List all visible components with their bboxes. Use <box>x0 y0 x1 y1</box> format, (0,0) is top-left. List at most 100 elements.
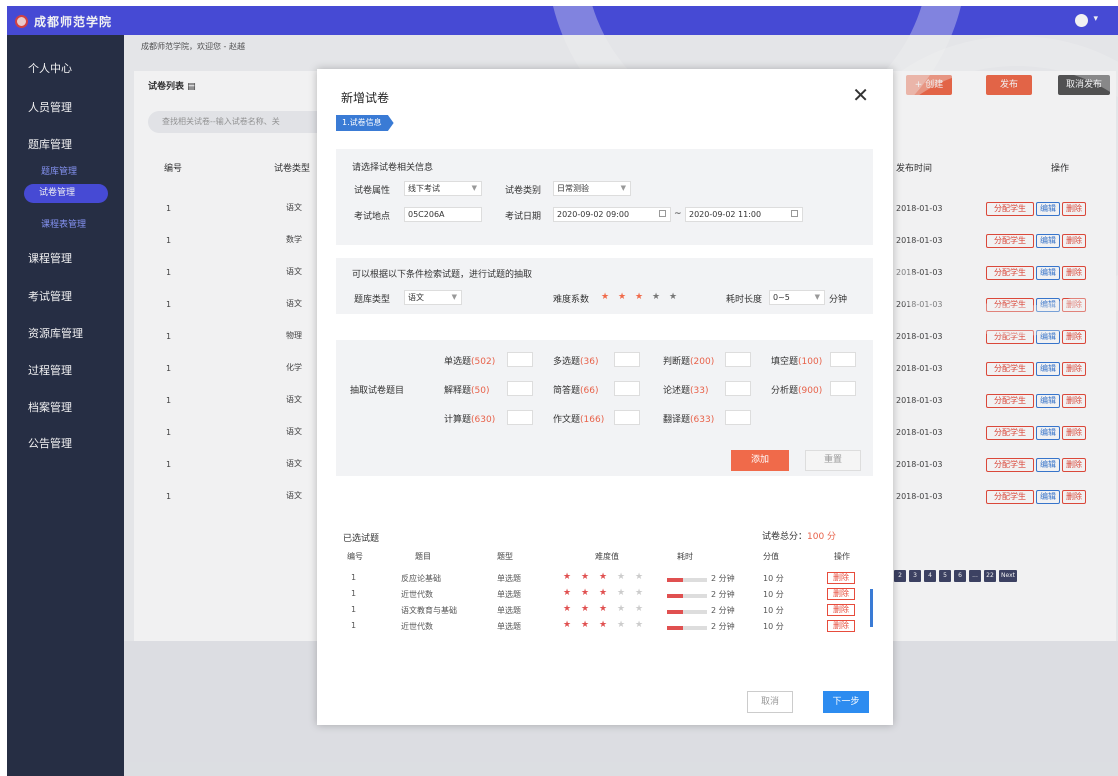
sel-row-time: 2 分钟 <box>711 622 735 631</box>
duration-label: 耗时长度 <box>726 295 763 305</box>
sel-header-ops: 操作 <box>834 552 850 561</box>
sel-row-time: 2 分钟 <box>711 590 735 599</box>
question-type-count: (36) <box>580 357 599 367</box>
question-type-name: 论述题 <box>663 386 691 396</box>
question-count-input[interactable] <box>507 352 533 367</box>
sel-header-type: 题型 <box>497 552 513 561</box>
sel-row-time: 2 分钟 <box>711 606 735 615</box>
star-icon: ★ <box>563 588 572 598</box>
question-type-label: 翻译题(633) <box>663 412 714 425</box>
sel-row-id: 1 <box>351 589 357 598</box>
remove-question-button[interactable]: 删除 <box>827 588 855 600</box>
sel-row-id: 1 <box>351 621 357 630</box>
end-date-input[interactable]: 2020-09-02 11:00 <box>685 207 803 222</box>
star-icon[interactable]: ★ <box>652 292 660 302</box>
remove-question-button[interactable]: 删除 <box>827 604 855 616</box>
question-type-name: 分析题 <box>771 386 799 396</box>
star-icon: ★ <box>635 572 644 582</box>
date-separator: ~ <box>674 209 682 219</box>
star-icon[interactable]: ★ <box>635 292 643 302</box>
chevron-down-icon: ▼ <box>620 184 626 192</box>
star-icon[interactable]: ★ <box>669 292 677 302</box>
scrollbar[interactable] <box>870 589 873 627</box>
new-paper-dialog: 新增试卷 ✕ 1.试卷信息 请选择试卷相关信息 试卷属性 线下考试 ▼ 试卷类别 … <box>317 69 893 725</box>
question-type-label: 分析题(900) <box>771 383 822 396</box>
star-icon: ★ <box>581 620 590 630</box>
close-icon[interactable]: ✕ <box>852 83 869 107</box>
star-icon: ★ <box>599 620 608 630</box>
sel-row-score: 10 分 <box>763 622 784 631</box>
star-icon: ★ <box>617 572 626 582</box>
category-select[interactable]: 日常测验 ▼ <box>553 181 631 196</box>
question-type-label: 多选题(36) <box>553 354 599 367</box>
start-date-input[interactable]: 2020-09-02 09:00 <box>553 207 671 222</box>
question-count-input[interactable] <box>614 410 640 425</box>
bank-type-select[interactable]: 语文 ▼ <box>404 290 462 305</box>
question-count-input[interactable] <box>507 410 533 425</box>
duration-bar <box>667 594 707 598</box>
sel-row-score: 10 分 <box>763 590 784 599</box>
question-type-label: 单选题(502) <box>444 354 495 367</box>
question-count-input[interactable] <box>614 381 640 396</box>
attr-select-value: 线下考试 <box>408 184 440 193</box>
paper-info-section: 请选择试卷相关信息 试卷属性 线下考试 ▼ 试卷类别 日常测验 ▼ 考试地点 05C… <box>336 149 873 245</box>
selected-heading: 已选试题 <box>343 534 380 544</box>
extract-label: 抽取试卷题目 <box>350 386 405 396</box>
step-indicator: 1.试卷信息 <box>336 115 394 131</box>
sel-row-score: 10 分 <box>763 574 784 583</box>
sel-row-id: 1 <box>351 573 357 582</box>
attr-select[interactable]: 线下考试 ▼ <box>404 181 482 196</box>
star-icon: ★ <box>563 572 572 582</box>
sel-header-time: 耗时 <box>677 552 693 561</box>
question-count-input[interactable] <box>725 352 751 367</box>
question-type-count: (100) <box>798 357 823 367</box>
question-type-label: 计算题(630) <box>444 412 495 425</box>
question-type-label: 解释题(50) <box>444 383 490 396</box>
star-icon[interactable]: ★ <box>618 292 626 302</box>
star-icon[interactable]: ★ <box>601 292 609 302</box>
star-icon: ★ <box>635 588 644 598</box>
add-button[interactable]: 添加 <box>731 450 789 471</box>
question-type-name: 翻译题 <box>663 415 691 425</box>
question-type-count: (633) <box>690 415 715 425</box>
duration-select[interactable]: 0~5 ▼ <box>769 290 825 305</box>
reset-button[interactable]: 重置 <box>805 450 861 471</box>
cancel-button[interactable]: 取消 <box>747 691 793 713</box>
question-type-name: 计算题 <box>444 415 472 425</box>
duration-bar <box>667 578 707 582</box>
total-score: 试卷总分：100 分 <box>762 529 836 542</box>
question-type-name: 判断题 <box>663 357 691 367</box>
sel-row-type: 单选题 <box>497 606 521 615</box>
sel-row-topic: 近世代数 <box>401 622 433 631</box>
remove-question-button[interactable]: 删除 <box>827 572 855 584</box>
question-count-input[interactable] <box>725 381 751 396</box>
question-type-count: (502) <box>471 357 496 367</box>
extract-section: 抽取试卷题目 单选题(502) 多选题(36) 判断题(200) 填空题(100) 解释… <box>336 340 873 476</box>
place-input[interactable]: 05C206A <box>404 207 482 222</box>
star-icon: ★ <box>617 604 626 614</box>
question-count-input[interactable] <box>830 352 856 367</box>
question-type-count: (900) <box>798 386 823 396</box>
question-type-label: 作文题(166) <box>553 412 604 425</box>
question-count-input[interactable] <box>614 352 640 367</box>
sel-row-type: 单选题 <box>497 574 521 583</box>
duration-unit: 分钟 <box>829 295 848 305</box>
sel-row-score: 10 分 <box>763 606 784 615</box>
place-label: 考试地点 <box>354 212 391 222</box>
question-type-label: 简答题(66) <box>553 383 599 396</box>
question-type-name: 单选题 <box>444 357 472 367</box>
remove-question-button[interactable]: 删除 <box>827 620 855 632</box>
question-count-input[interactable] <box>830 381 856 396</box>
question-count-input[interactable] <box>507 381 533 396</box>
app-window: 成都师范学院 ▾ 个人中心 人员管理 题库管理 题库管理 试卷管理 课程表管理 … <box>7 6 1118 776</box>
difficulty-label: 难度系数 <box>553 295 590 305</box>
sel-row-topic: 反应论基础 <box>401 574 441 583</box>
duration-bar <box>667 610 707 614</box>
star-icon: ★ <box>581 572 590 582</box>
star-icon: ★ <box>563 620 572 630</box>
question-type-count: (200) <box>690 357 715 367</box>
question-count-input[interactable] <box>725 410 751 425</box>
next-step-button[interactable]: 下一步 <box>823 691 869 713</box>
calendar-icon <box>659 210 666 217</box>
question-type-count: (50) <box>471 386 490 396</box>
